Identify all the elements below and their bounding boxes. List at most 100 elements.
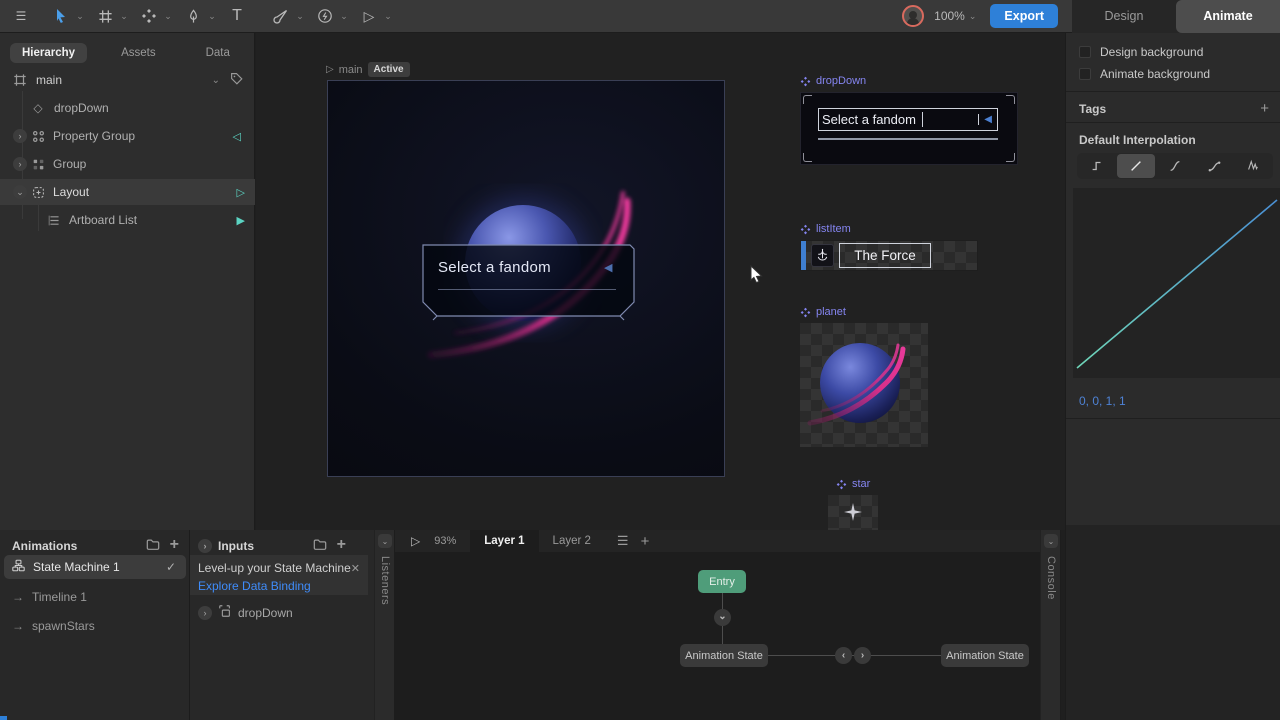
add-layer-button[interactable]: + xyxy=(641,533,650,550)
interp-elastic-button[interactable] xyxy=(1234,154,1272,178)
add-animation-button[interactable]: + xyxy=(170,538,179,554)
tab-assets[interactable]: Assets xyxy=(109,43,168,63)
pen-tool-icon[interactable] xyxy=(180,3,206,29)
state-machine-graph[interactable]: ⌄ Entry Animation State Animation State … xyxy=(395,552,1040,720)
shapes-tool-chevron[interactable]: ⌄ xyxy=(162,11,174,22)
console-tab-label[interactable]: Console xyxy=(1045,556,1057,600)
menu-icon[interactable]: ☰ xyxy=(8,3,34,29)
animations-panel: Animations + State Machine 1 ✓ → Timelin… xyxy=(0,530,190,720)
transition-left-icon[interactable]: ‹ xyxy=(835,647,852,664)
design-background-row[interactable]: Design background xyxy=(1079,45,1203,59)
select-tool-chevron[interactable]: ⌄ xyxy=(74,11,86,22)
animation-item-state-machine[interactable]: State Machine 1 ✓ xyxy=(4,555,186,579)
events-tool-icon[interactable] xyxy=(312,3,338,29)
zoom-control[interactable]: 100% ⌄ xyxy=(934,9,976,23)
artboard-tool-chevron[interactable]: ⌄ xyxy=(118,11,130,22)
tree-row-layout[interactable]: ⌄ Layout ▷ xyxy=(0,179,255,205)
pen-tool-chevron[interactable]: ⌄ xyxy=(206,11,218,22)
design-mode-tab[interactable]: Design xyxy=(1072,0,1176,33)
procedural-tool-icon[interactable] xyxy=(268,3,294,29)
dropdown-arrow-icon[interactable]: ◀ xyxy=(604,261,612,274)
animate-mode-tab[interactable]: Animate xyxy=(1176,0,1280,33)
collapse-panel-chevron[interactable]: › xyxy=(198,539,212,553)
tab-data[interactable]: Data xyxy=(194,43,242,63)
listeners-tab-label[interactable]: Listeners xyxy=(379,556,391,605)
artboard-main[interactable]: Select a fandom ◀ xyxy=(327,80,725,477)
data-bind-right-icon[interactable]: ▷ xyxy=(237,186,245,199)
text-tool-icon[interactable]: T xyxy=(224,3,250,29)
folder-icon[interactable] xyxy=(313,538,327,554)
transition-down-icon[interactable]: ⌄ xyxy=(714,609,731,626)
tag-icon[interactable] xyxy=(230,72,243,88)
stage[interactable]: ▷ main Active xyxy=(256,33,1065,530)
play-artboard-icon[interactable]: ▷ xyxy=(326,64,334,75)
preview-listitem-label-row[interactable]: listItem xyxy=(800,223,851,235)
stage-dropdown-text[interactable]: Select a fandom xyxy=(438,259,551,276)
animate-background-row[interactable]: Animate background xyxy=(1079,67,1210,81)
interp-curved-button[interactable] xyxy=(1156,154,1194,178)
layer-options-icon[interactable]: ☰ xyxy=(617,533,629,549)
expand-chevron-icon[interactable]: › xyxy=(13,129,27,143)
tree-row-artboard-list[interactable]: Artboard List ▶ xyxy=(0,207,255,233)
data-bound-icon[interactable]: ▶ xyxy=(237,214,245,227)
inspector-panel: Design background Animate background Tag… xyxy=(1065,33,1280,720)
interp-hold-button[interactable] xyxy=(1078,154,1116,178)
preview-dropdown-label-row[interactable]: dropDown xyxy=(800,75,866,87)
preview-planet-label-row[interactable]: planet xyxy=(800,306,846,318)
artboard-tool-icon[interactable] xyxy=(92,3,118,29)
interp-linear-button[interactable] xyxy=(1117,154,1155,178)
folder-icon[interactable] xyxy=(146,538,160,554)
curve-editor[interactable] xyxy=(1073,188,1280,378)
close-icon[interactable]: ✕ xyxy=(351,562,360,575)
preview-star[interactable] xyxy=(828,495,878,530)
expand-listeners-button[interactable]: ⌄ xyxy=(378,534,392,548)
export-button[interactable]: Export xyxy=(990,4,1058,28)
play-tool-chevron[interactable]: ⌄ xyxy=(382,11,394,22)
explore-data-binding-link[interactable]: Explore Data Binding xyxy=(198,579,360,593)
tree-row-main[interactable]: main ⌄ xyxy=(0,67,255,93)
expand-console-button[interactable]: ⌄ xyxy=(1044,534,1058,548)
preview-star-label-row[interactable]: star xyxy=(836,478,870,490)
playback-percent: 93% xyxy=(434,535,456,547)
add-tag-button[interactable]: + xyxy=(1260,100,1269,117)
preview-dropdown-field[interactable]: Select a fandom ◀ xyxy=(818,108,998,131)
select-tool-icon[interactable] xyxy=(48,3,74,29)
component-icon xyxy=(800,224,811,235)
curve-value[interactable]: 0, 0, 1, 1 xyxy=(1079,394,1126,408)
tab-hierarchy[interactable]: Hierarchy xyxy=(10,43,87,63)
artboard-name[interactable]: main xyxy=(339,64,363,76)
animation-item-spawnstars[interactable]: → spawnStars xyxy=(12,615,182,637)
tree-row-property-group[interactable]: › Property Group ◁ xyxy=(0,123,255,149)
transition-right-icon[interactable]: › xyxy=(854,647,871,664)
tree-row-dropdown[interactable]: ◇ dropDown xyxy=(0,95,255,121)
preview-listitem[interactable]: The Force xyxy=(800,240,978,271)
preview-dropdown[interactable]: Select a fandom ◀ xyxy=(800,92,1018,165)
animation-item-timeline[interactable]: → Timeline 1 xyxy=(12,586,182,608)
play-button[interactable]: ▷ xyxy=(411,534,420,548)
animation-state-node-right[interactable]: Animation State xyxy=(941,644,1029,667)
component-icon xyxy=(800,76,811,87)
play-tool-icon[interactable]: ▷ xyxy=(356,3,382,29)
shapes-tool-icon[interactable] xyxy=(136,3,162,29)
data-bind-left-icon[interactable]: ◁ xyxy=(233,130,241,143)
entry-node[interactable]: Entry xyxy=(698,570,746,593)
animation-state-node-left[interactable]: Animation State xyxy=(680,644,768,667)
mode-toggle: Design Animate xyxy=(1072,0,1280,33)
input-item-dropdown[interactable]: › dropDown xyxy=(198,604,293,621)
tab-layer-2[interactable]: Layer 2 xyxy=(539,530,605,552)
chevron-down-icon[interactable]: ⌄ xyxy=(212,75,220,86)
interp-cubic-button[interactable] xyxy=(1195,154,1233,178)
tab-layer-1[interactable]: Layer 1 xyxy=(470,530,538,552)
avatar[interactable] xyxy=(902,5,924,27)
tree-row-group[interactable]: › Group xyxy=(0,151,255,177)
animate-background-swatch[interactable] xyxy=(1079,68,1091,80)
preview-listitem-textbox[interactable]: The Force xyxy=(839,243,931,268)
procedural-tool-chevron[interactable]: ⌄ xyxy=(294,11,306,22)
expand-chevron-icon[interactable]: › xyxy=(13,157,27,171)
events-tool-chevron[interactable]: ⌄ xyxy=(338,11,350,22)
design-background-swatch[interactable] xyxy=(1079,46,1091,58)
add-input-button[interactable]: + xyxy=(337,538,346,554)
collapse-chevron-icon[interactable]: ⌄ xyxy=(13,185,27,199)
expand-chevron-icon[interactable]: › xyxy=(198,606,212,620)
preview-planet[interactable] xyxy=(800,323,928,447)
